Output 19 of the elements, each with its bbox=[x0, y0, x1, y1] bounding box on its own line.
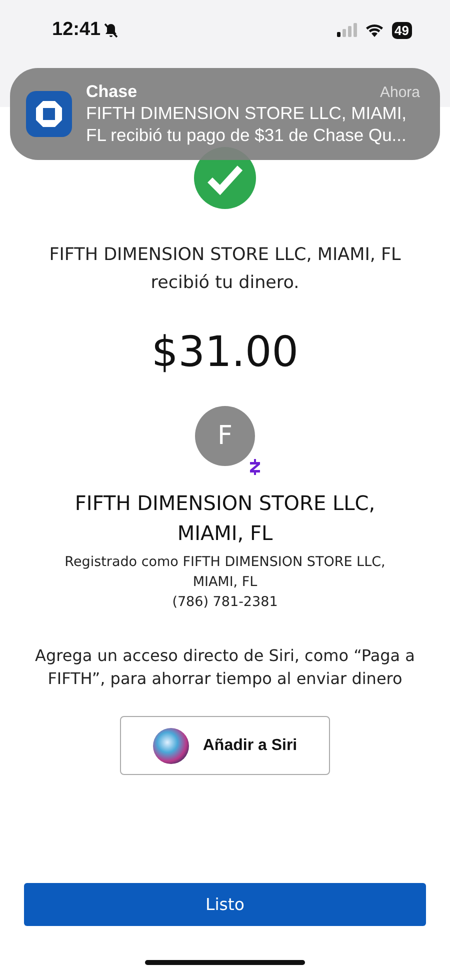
wifi-icon bbox=[364, 23, 384, 37]
registered-name: Registrado como FIFTH DIMENSION STORE LLC, MIAMI, FL bbox=[64, 553, 386, 592]
signal-icon bbox=[336, 23, 357, 37]
notification-banner[interactable]: Chase Ahora FIFTH DIMENSION STORE LLC, MIAMI, FL recibió tu pago de $31 de Chase Qu... bbox=[10, 68, 440, 160]
battery-level: 49 bbox=[392, 22, 412, 38]
siri-prompt: Agrega un acceso directo de Siri, como “Paga a FIFTH”, para ahorrar tiempo al enviar dinero bbox=[35, 645, 415, 690]
confirmation-message: FIFTH DIMENSION STORE LLC, MIAMI, FL recibió tu dinero. bbox=[48, 244, 402, 295]
notification-time: Ahora bbox=[380, 84, 420, 101]
siri-icon bbox=[152, 728, 189, 764]
recipient-name: FIFTH DIMENSION STORE LLC, MIAMI, FL bbox=[74, 490, 376, 547]
recipient-phone: (786) 781-2381 bbox=[172, 593, 278, 612]
done-button[interactable]: Listo bbox=[24, 883, 426, 926]
app-icon bbox=[26, 91, 72, 137]
status-time: 12:41 bbox=[52, 19, 101, 41]
notification-message: FIFTH DIMENSION STORE LLC, MIAMI, FL recibió tu pago de $31 de Chase Qu... bbox=[86, 102, 408, 146]
add-to-siri-button[interactable]: Añadir a Siri bbox=[120, 716, 330, 775]
notification-app: Chase bbox=[86, 82, 138, 102]
payment-amount: $31.00 bbox=[152, 327, 298, 376]
recipient-avatar: F bbox=[195, 406, 255, 466]
